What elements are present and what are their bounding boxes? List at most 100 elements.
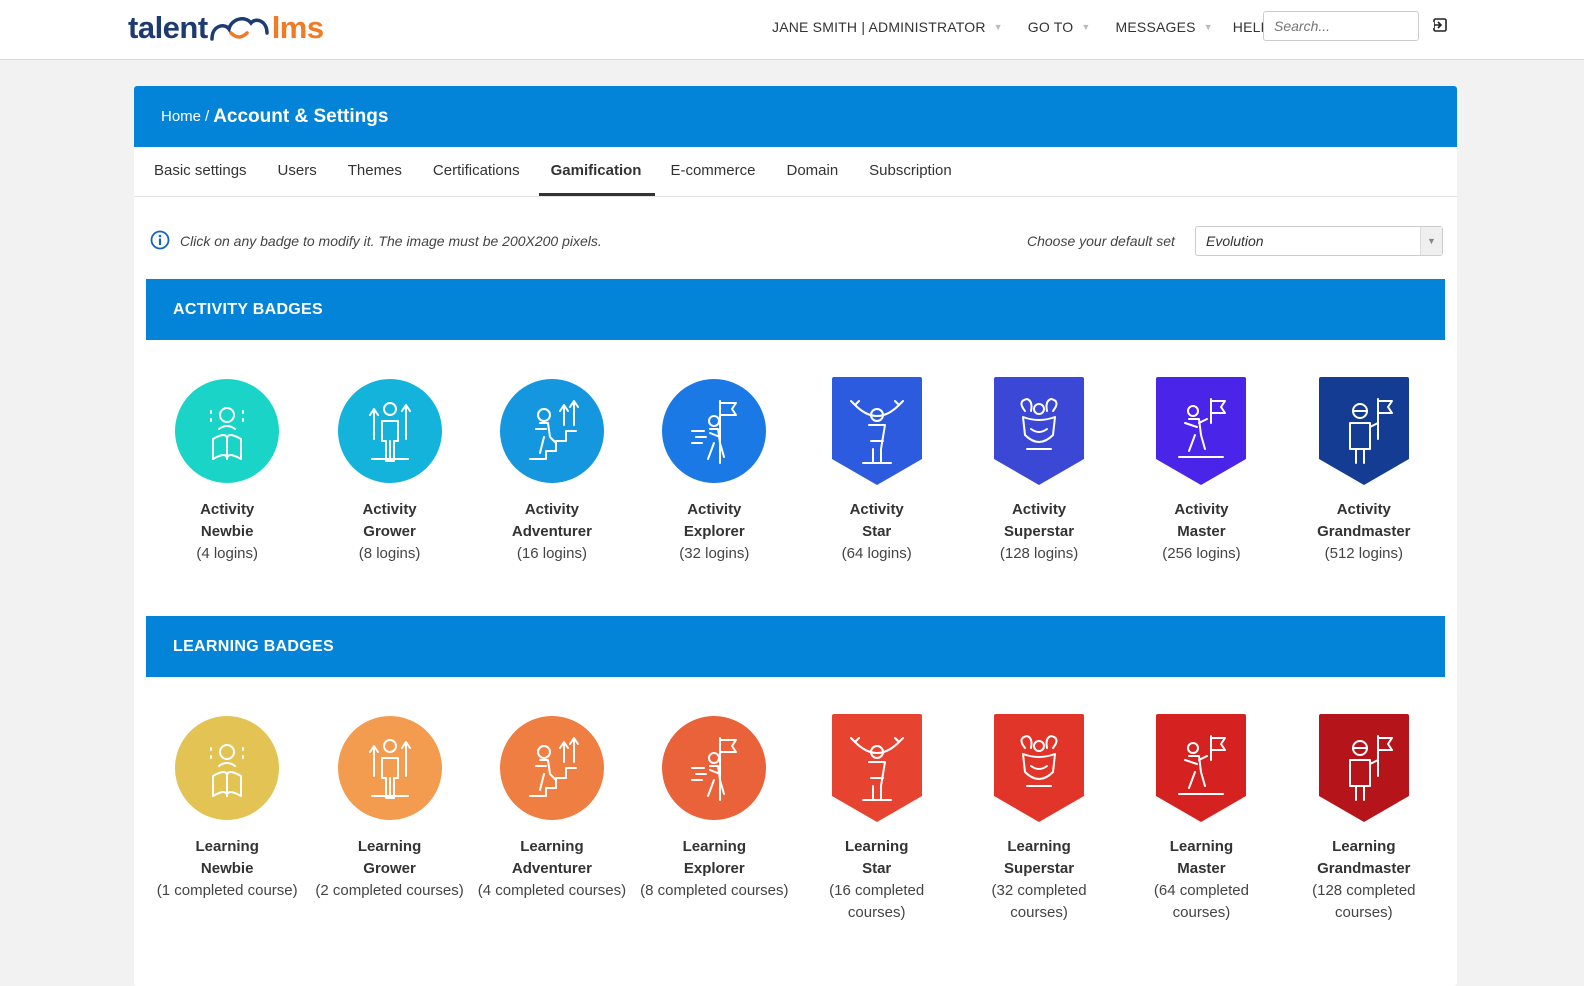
flag-walker-icon [662,379,767,483]
summit-flag-icon [1156,377,1247,485]
learning-badge-explorer[interactable]: Learning Explorer (8 completed courses) [633,714,795,924]
activity-badge-grower[interactable]: Activity Grower (8 logins) [308,377,470,565]
strongman-icon [994,377,1085,485]
climbing-stairs-icon [499,379,604,483]
user-menu[interactable]: JANE SMITH | ADMINISTRATOR ▼ [772,19,1003,35]
activity-badge-superstar[interactable]: Activity Superstar (128 logins) [958,377,1120,565]
badge-name: Learning Explorer [649,836,779,880]
breadcrumb: Home / Account & Settings [134,86,1457,147]
chevron-down-icon: ▼ [1420,227,1442,255]
settings-card: Home / Account & Settings Basic settings… [134,86,1457,986]
badge-name: Activity Newbie [162,499,292,543]
badge-name-line2: Adventurer [511,860,592,877]
cloud-logo-icon [209,17,269,41]
badge-name-line2: Explorer [683,523,745,540]
default-set-select[interactable]: Evolution ▼ [1195,226,1443,256]
messages-menu[interactable]: MESSAGES ▼ [1116,19,1213,35]
learning-badges-list: Learning Newbie (1 completed course) Learni… [146,714,1445,924]
tab-certifications[interactable]: Certifications [433,162,520,196]
badge-requirement: (1 completed course) [156,882,298,899]
learning-badge-newbie[interactable]: Learning Newbie (1 completed course) [146,714,308,924]
growing-person-icon [337,716,442,820]
breadcrumb-separator: / [205,108,210,125]
badge-requirement: (16 completed courses) [829,882,925,921]
learning-badge-grandmaster[interactable]: Learning Grandmaster (128 completed course… [1283,714,1445,924]
badge-name: Learning Superstar [974,836,1104,880]
learning-badge-adventurer[interactable]: Learning Adventurer (4 completed courses) [471,714,633,924]
badge-requirement: (2 completed courses) [315,882,464,899]
activity-badge-master[interactable]: Activity Master (256 logins) [1120,377,1282,565]
badge-requirement: (128 completed courses) [1312,882,1416,921]
chevron-down-icon: ▼ [1203,22,1213,32]
goto-menu[interactable]: GO TO ▼ [1028,19,1091,35]
badge-name-line1: Learning [195,838,259,855]
breadcrumb-home-link[interactable]: Home [161,108,201,125]
learning-badge-superstar[interactable]: Learning Superstar (32 completed courses) [958,714,1120,924]
badge-name: Activity Star [812,499,942,543]
activity-badge-grandmaster[interactable]: Activity Grandmaster (512 logins) [1283,377,1445,565]
learning-badge-master[interactable]: Learning Master (64 completed courses) [1120,714,1282,924]
badge-requirement: (4 logins) [196,545,259,562]
tab-users[interactable]: Users [278,162,317,196]
settings-tabs: Basic settings Users Themes Certificatio… [134,147,1457,197]
badge-name-line2: Superstar [1004,860,1075,877]
badge-requirement: (32 logins) [679,545,750,562]
default-set-label: Choose your default set [1027,233,1175,249]
badge-name-line2: Star [862,860,892,877]
climbing-stairs-icon [499,716,604,820]
logout-icon[interactable] [1432,17,1448,33]
info-icon [150,230,170,250]
badge-name-line1: Activity [524,501,580,518]
badge-name-line1: Learning [1332,838,1396,855]
badge-name-line2: Grower [363,523,416,540]
badge-name-line2: Master [1177,860,1226,877]
search-input[interactable] [1263,11,1419,41]
activity-badge-newbie[interactable]: Activity Newbie (4 logins) [146,377,308,565]
activity-badge-star[interactable]: Activity Star (64 logins) [796,377,958,565]
badge-name: Activity Adventurer [487,499,617,543]
learning-badge-grower[interactable]: Learning Grower (2 completed courses) [308,714,470,924]
badge-name-line1: Learning [1169,838,1234,855]
activity-badges-list: Activity Newbie (4 logins) Activity Grower (8… [146,377,1445,565]
reading-person-icon [175,716,280,820]
tab-ecommerce[interactable]: E-commerce [670,162,755,196]
logo-text-right: lms [271,10,324,45]
badge-requirement: (64 logins) [841,545,912,562]
badge-name: Learning Grandmaster [1299,836,1429,880]
tab-basic-settings[interactable]: Basic settings [154,162,247,196]
badge-name: Learning Star [812,836,942,880]
activity-badge-adventurer[interactable]: Activity Adventurer (16 logins) [471,377,633,565]
tab-subscription[interactable]: Subscription [869,162,952,196]
activity-badge-explorer[interactable]: Activity Explorer (32 logins) [633,377,795,565]
badge-name-line2: Master [1177,523,1226,540]
badge-name: Activity Grandmaster [1299,499,1429,543]
tab-domain[interactable]: Domain [786,162,838,196]
badge-name-line2: Grower [363,860,416,877]
summit-flag-icon [1156,714,1247,822]
activity-badges-title: ACTIVITY BADGES [173,300,323,318]
badge-name: Activity Explorer [649,499,779,543]
badge-requirement: (64 completed courses) [1153,882,1249,921]
badge-name-line1: Activity [200,501,255,518]
logo-text-left: talent [128,10,208,45]
activity-badges-header: ACTIVITY BADGES [146,279,1445,340]
learning-badge-star[interactable]: Learning Star (16 completed courses) [796,714,958,924]
badge-name-line2: Explorer [683,860,745,877]
badge-name-line2: Superstar [1004,523,1075,540]
chevron-down-icon: ▼ [1081,22,1091,32]
badge-name-line1: Learning [520,838,584,855]
badge-name-line1: Activity [1336,501,1391,518]
badge-name-line1: Learning [1007,838,1071,855]
tab-themes[interactable]: Themes [348,162,402,196]
badge-name-line1: Learning [845,838,909,855]
talentlms-logo[interactable]: talent lms [128,10,324,46]
top-bar: talent lms JANE SMITH | ADMINISTRATOR ▼ … [0,0,1584,60]
astronaut-flag-icon [1318,714,1409,822]
tab-gamification[interactable]: Gamification [538,162,656,196]
chevron-down-icon: ▼ [993,22,1003,32]
page-title: Account & Settings [213,105,389,127]
badge-name: Learning Grower [325,836,455,880]
badge-requirement: (512 logins) [1324,545,1403,562]
badge-name-line2: Grandmaster [1317,860,1411,877]
badge-requirement: (32 completed courses) [991,882,1087,921]
